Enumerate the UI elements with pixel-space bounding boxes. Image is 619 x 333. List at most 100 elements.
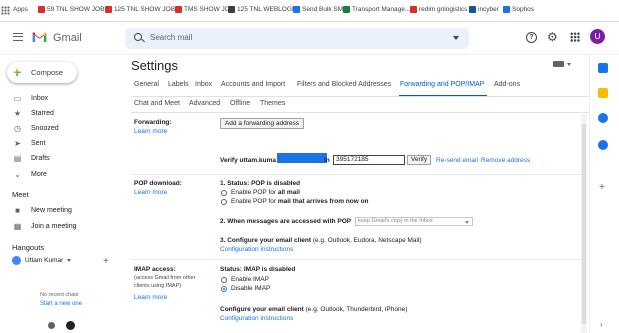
imap-config-instructions-link[interactable]: Configuration instructions	[220, 315, 293, 322]
chevron-down-icon: ⌄	[14, 169, 21, 179]
add-forwarding-address-button[interactable]: Add a forwarding address	[220, 118, 304, 129]
favicon-icon	[343, 6, 350, 13]
scrollbar-thumb[interactable]	[582, 124, 586, 324]
tab-general[interactable]: General	[134, 81, 159, 88]
app-title: Gmail	[53, 32, 82, 44]
pop-enable-all-radio[interactable]	[221, 190, 227, 196]
divider	[131, 96, 589, 97]
remove-address-link[interactable]: Remove address	[481, 157, 530, 164]
tab-labels[interactable]: Labels	[168, 81, 189, 88]
tab-inbox[interactable]: Inbox	[195, 81, 212, 88]
favicon-icon	[293, 6, 300, 13]
divider	[131, 112, 589, 113]
tab-themes[interactable]: Themes	[260, 100, 285, 107]
side-panel: + ›	[589, 55, 619, 333]
tasks-icon[interactable]	[598, 113, 608, 123]
help-icon[interactable]: ?	[526, 32, 537, 43]
favicon-icon	[469, 6, 476, 13]
pop-step3: 3. Configure your email client (e.g. Out…	[220, 237, 422, 244]
bookmark-125-tnl[interactable]: 125 TNL SHOW JOB	[105, 6, 175, 13]
sidebar-item-drafts[interactable]: ▤ Drafts	[0, 151, 118, 165]
chevron-right-icon[interactable]: ›	[600, 320, 603, 329]
imap-learn-more[interactable]: Learn more	[134, 294, 167, 301]
pop-enable-all-label: Enable POP for all mail	[231, 189, 300, 196]
bookmark-weblogic[interactable]: 125 TNL WEBLOGIC	[228, 6, 298, 13]
imap-enable-radio[interactable]	[221, 277, 227, 283]
tab-accounts-import[interactable]: Accounts and Import	[221, 81, 285, 88]
page-title: Settings	[131, 58, 178, 73]
sidebar-item-more[interactable]: ⌄ More	[0, 167, 118, 181]
search-bar[interactable]: Search mail	[125, 28, 469, 49]
keyboard-icon: ▦	[13, 221, 22, 231]
bookmark-59-tnl[interactable]: 59 TNL SHOW JOB	[38, 6, 104, 13]
pop-learn-more[interactable]: Learn more	[134, 189, 167, 196]
settings-gear-icon[interactable]: ⚙	[547, 31, 558, 43]
hangouts-user[interactable]: Uttam Kumar	[12, 256, 72, 265]
sidebar-item-inbox[interactable]: ▭ Inbox	[0, 91, 118, 105]
bookmarks-bar: Apps 59 TNL SHOW JOB 125 TNL SHOW JOB TM…	[0, 0, 619, 22]
add-addon-icon[interactable]: +	[599, 182, 605, 193]
search-icon[interactable]	[134, 33, 142, 41]
start-new-chat-link[interactable]: Start a new one	[40, 301, 82, 307]
clock-icon: ◷	[14, 123, 21, 133]
pop-download-label: POP download:	[134, 180, 182, 187]
tab-forwarding-pop-imap[interactable]: Forwarding and POP/IMAP	[400, 81, 484, 88]
pop-config-instructions-link[interactable]: Configuration instructions	[220, 246, 293, 253]
search-options-icon[interactable]	[453, 36, 459, 40]
bookmark-redim[interactable]: redim gnlogistics	[410, 6, 467, 13]
meet-join-meeting[interactable]: ▦ Join a meeting	[0, 219, 118, 233]
settings-scrollbar[interactable]	[581, 114, 587, 333]
imap-disable-label: Disable IMAP	[231, 285, 271, 292]
video-icon: ■	[15, 205, 20, 215]
sidebar-item-sent[interactable]: ➤ Sent	[0, 136, 118, 150]
chat-bubble-icon[interactable]	[66, 321, 75, 330]
bookmark-tms[interactable]: TMS SHOW JOB	[175, 6, 234, 13]
add-chat-button[interactable]: +	[103, 256, 109, 267]
input-tools-icon[interactable]	[553, 61, 564, 67]
compose-button[interactable]: + Compose	[7, 62, 77, 83]
verification-code-input[interactable]: 395172185	[333, 155, 405, 165]
bookmark-sms[interactable]: Send Bulk SMS	[293, 6, 348, 13]
bookmark-transport[interactable]: Transport Manage...	[343, 6, 410, 13]
bookmark-incyber[interactable]: incyber	[469, 6, 499, 13]
apps-grid-icon[interactable]	[1, 6, 10, 15]
calendar-icon[interactable]	[598, 63, 608, 73]
search-input[interactable]: Search mail	[150, 33, 192, 42]
favicon-icon	[38, 6, 45, 13]
send-icon: ➤	[14, 138, 21, 148]
pop-enable-now-label: Enable POP for mail that arrives from no…	[231, 198, 369, 205]
bookmark-apps[interactable]: Apps	[13, 6, 28, 13]
divider	[131, 259, 581, 260]
tab-advanced[interactable]: Advanced	[189, 100, 220, 107]
pop-action-select[interactable]: keep Gmail's copy in the Inbox	[355, 217, 473, 226]
tab-offline[interactable]: Offline	[230, 100, 250, 107]
favicon-icon	[503, 6, 510, 13]
imap-disable-radio[interactable]	[221, 286, 227, 292]
pop-status: 1. Status: POP is disabled	[220, 180, 301, 187]
tab-add-ons[interactable]: Add-ons	[494, 81, 520, 88]
tab-filters[interactable]: Filters and Blocked Addresses	[297, 81, 391, 88]
keep-icon[interactable]	[598, 88, 608, 98]
verify-label-suffix: in	[324, 157, 330, 164]
pop-enable-now-radio[interactable]	[221, 199, 227, 205]
forwarding-learn-more[interactable]: Learn more	[134, 128, 167, 135]
compose-plus-icon: +	[13, 64, 22, 80]
meet-new-meeting[interactable]: ■ New meeting	[0, 203, 118, 217]
sidebar-item-snoozed[interactable]: ◷ Snoozed	[0, 121, 118, 135]
star-icon: ★	[13, 108, 22, 118]
resend-email-link[interactable]: Re-send email	[436, 157, 478, 164]
main-menu-icon[interactable]	[13, 33, 23, 41]
chevron-down-icon[interactable]	[567, 63, 571, 66]
contacts-icon[interactable]	[48, 322, 55, 329]
verify-button[interactable]: Verify	[407, 155, 431, 165]
bookmark-sophos[interactable]: Sophos	[503, 6, 534, 13]
google-apps-icon[interactable]	[570, 32, 580, 42]
favicon-icon	[410, 6, 417, 13]
contacts-icon[interactable]	[598, 140, 608, 150]
tab-chat-meet[interactable]: Chat and Meet	[134, 100, 180, 107]
account-avatar[interactable]: U	[590, 29, 605, 44]
sidebar-item-starred[interactable]: ★ Starred	[0, 106, 118, 120]
divider	[131, 174, 581, 175]
imap-enable-label: Enable IMAP	[231, 276, 269, 283]
imap-access-description: (access Gmail from other clients using I…	[134, 275, 196, 289]
